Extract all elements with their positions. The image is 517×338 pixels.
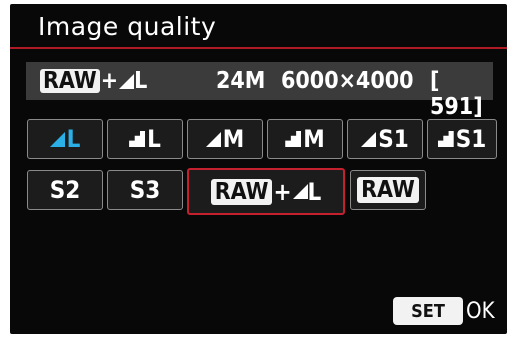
plus-sign: + bbox=[273, 177, 292, 206]
fine-triangle-icon bbox=[292, 184, 308, 199]
raw-badge: RAW bbox=[210, 178, 273, 205]
option-label: L bbox=[66, 125, 81, 153]
title-divider bbox=[10, 47, 507, 49]
option-label: S2 bbox=[49, 176, 81, 204]
option-label: M bbox=[303, 125, 325, 153]
option-fine-l[interactable]: L bbox=[27, 119, 103, 159]
raw-badge: RAW bbox=[357, 177, 419, 203]
status-quality-setting: RAW + L bbox=[40, 68, 147, 94]
option-label: L bbox=[147, 125, 161, 153]
option-label: S3 bbox=[129, 176, 161, 204]
option-normal-s1[interactable]: S1 bbox=[427, 119, 497, 159]
option-normal-m[interactable]: M bbox=[267, 119, 343, 159]
option-label: M bbox=[222, 125, 245, 153]
option-s2[interactable]: S2 bbox=[27, 170, 103, 210]
normal-stair-icon bbox=[129, 131, 146, 147]
fine-triangle-icon bbox=[361, 131, 377, 147]
fine-triangle-icon bbox=[205, 131, 221, 147]
option-label: L bbox=[307, 177, 322, 206]
raw-badge: RAW bbox=[40, 69, 100, 93]
option-label: S1 bbox=[378, 125, 409, 153]
option-label: S1 bbox=[455, 125, 487, 153]
option-raw[interactable]: RAW bbox=[350, 170, 426, 210]
normal-stair-icon bbox=[285, 131, 302, 147]
normal-stair-icon bbox=[437, 131, 454, 147]
size-letter: L bbox=[134, 68, 148, 94]
option-s3[interactable]: S3 bbox=[107, 170, 183, 210]
camera-menu-screen: Image quality RAW + L 24M 6000×4000 [ 591]… bbox=[10, 4, 507, 334]
set-button-icon: SET bbox=[393, 297, 463, 325]
quality-status-bar: RAW + L 24M 6000×4000 [ 591] bbox=[26, 62, 493, 120]
option-normal-l[interactable]: L bbox=[107, 119, 183, 159]
option-fine-s1[interactable]: S1 bbox=[347, 119, 423, 159]
shots-remaining-readout: [ 591] bbox=[430, 68, 483, 120]
fine-triangle-icon bbox=[119, 74, 135, 89]
option-raw-plus-l[interactable]: RAW + L bbox=[187, 168, 345, 215]
resolution-readout: 6000×4000 bbox=[281, 68, 414, 94]
megapixels-readout: 24M bbox=[216, 68, 266, 94]
set-ok-hint[interactable]: SET OK bbox=[393, 297, 495, 325]
fine-triangle-icon bbox=[49, 131, 65, 147]
ok-label: OK bbox=[466, 298, 495, 324]
plus-sign: + bbox=[100, 68, 119, 94]
menu-title: Image quality bbox=[38, 12, 217, 41]
option-fine-m[interactable]: M bbox=[187, 119, 263, 159]
